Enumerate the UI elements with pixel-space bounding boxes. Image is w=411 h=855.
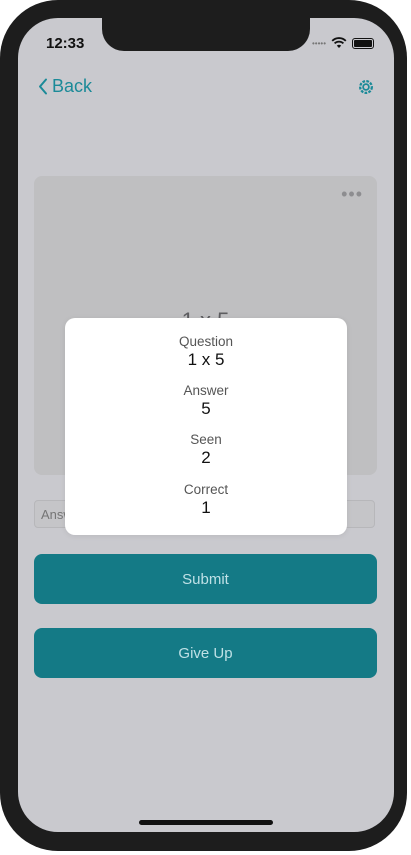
wifi-icon bbox=[331, 37, 347, 48]
stat-value: 2 bbox=[201, 448, 211, 467]
chevron-left-icon bbox=[39, 78, 47, 95]
gear-icon[interactable] bbox=[357, 78, 375, 96]
device-notch bbox=[102, 18, 310, 51]
give-up-button[interactable]: Give Up bbox=[34, 628, 377, 678]
stat-label: Question bbox=[178, 334, 234, 349]
stats-popup: Question 1 x 5 Answer 5 Seen 2 Correct 1 bbox=[65, 318, 347, 535]
stat-seen: Seen 2 bbox=[65, 432, 347, 468]
home-indicator[interactable] bbox=[139, 820, 273, 825]
stat-label: Answer bbox=[183, 383, 229, 398]
back-label: Back bbox=[52, 76, 93, 96]
stat-answer: Answer 5 bbox=[65, 383, 347, 419]
submit-button[interactable]: Submit bbox=[34, 554, 377, 604]
stat-value: 5 bbox=[201, 399, 211, 418]
back-button[interactable]: Back bbox=[38, 76, 92, 97]
stat-value: 1 x 5 bbox=[187, 350, 225, 369]
signal-dots-icon: ••••• bbox=[311, 38, 326, 48]
app-screen: 12:33 ••••• Back ••• 1 x 5 Submit bbox=[18, 18, 394, 832]
stat-value: 1 bbox=[201, 498, 211, 517]
battery-icon bbox=[352, 37, 374, 49]
stat-label: Seen bbox=[190, 432, 222, 447]
stat-label: Correct bbox=[183, 482, 229, 497]
phone-frame: 12:33 ••••• Back ••• 1 x 5 Submit bbox=[0, 0, 407, 851]
stat-correct: Correct 1 bbox=[65, 482, 347, 518]
status-time: 12:33 bbox=[46, 35, 85, 52]
status-icons: ••••• bbox=[312, 37, 374, 49]
ellipsis-icon[interactable]: ••• bbox=[341, 184, 363, 205]
stat-question: Question 1 x 5 bbox=[65, 334, 347, 370]
